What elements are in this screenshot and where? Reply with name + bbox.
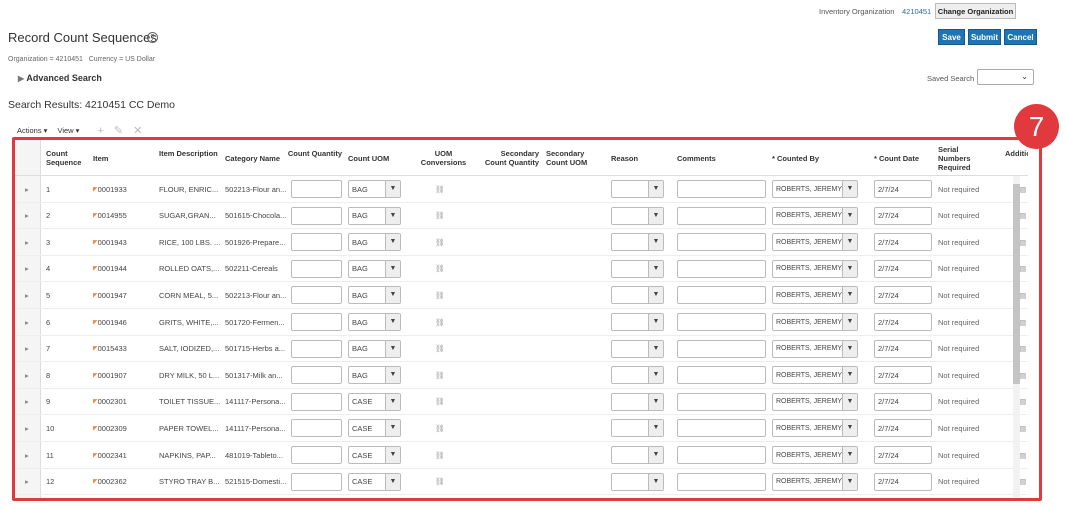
inventory-org-value[interactable]: 4210451 [902,7,931,16]
add-icon[interactable]: + [97,125,103,137]
submit-button[interactable]: Submit [968,29,1001,45]
cancel-button[interactable]: Cancel [1004,29,1037,45]
page-title: Record Count Sequences [8,30,157,45]
change-organization-button[interactable]: Change Organization [935,3,1016,19]
help-icon[interactable]: ? [147,32,158,43]
step-badge: 7 [1014,104,1059,149]
highlight-frame [12,137,1042,501]
delete-icon[interactable]: ✕ [133,124,142,137]
advanced-search-label: Advanced Search [26,73,102,83]
context-filters: Organization = 4210451 Currency = US Dol… [8,56,156,63]
actions-menu[interactable]: Actions ▾ [17,126,47,135]
inventory-org-label: Inventory Organization [819,7,895,16]
advanced-search-toggle[interactable]: ▶ Advanced Search [18,73,102,83]
view-menu[interactable]: View ▾ [57,126,79,135]
table-toolbar: Actions ▾ View ▾ + ✎ ✕ [17,124,142,138]
saved-search-label: Saved Search [927,74,975,83]
saved-search-select[interactable]: ⌄ [977,69,1034,85]
chevron-down-icon: ⌄ [1021,72,1028,81]
search-results-title: Search Results: 4210451 CC Demo [8,99,175,111]
save-button[interactable]: Save [938,29,965,45]
edit-icon[interactable]: ✎ [114,124,123,137]
